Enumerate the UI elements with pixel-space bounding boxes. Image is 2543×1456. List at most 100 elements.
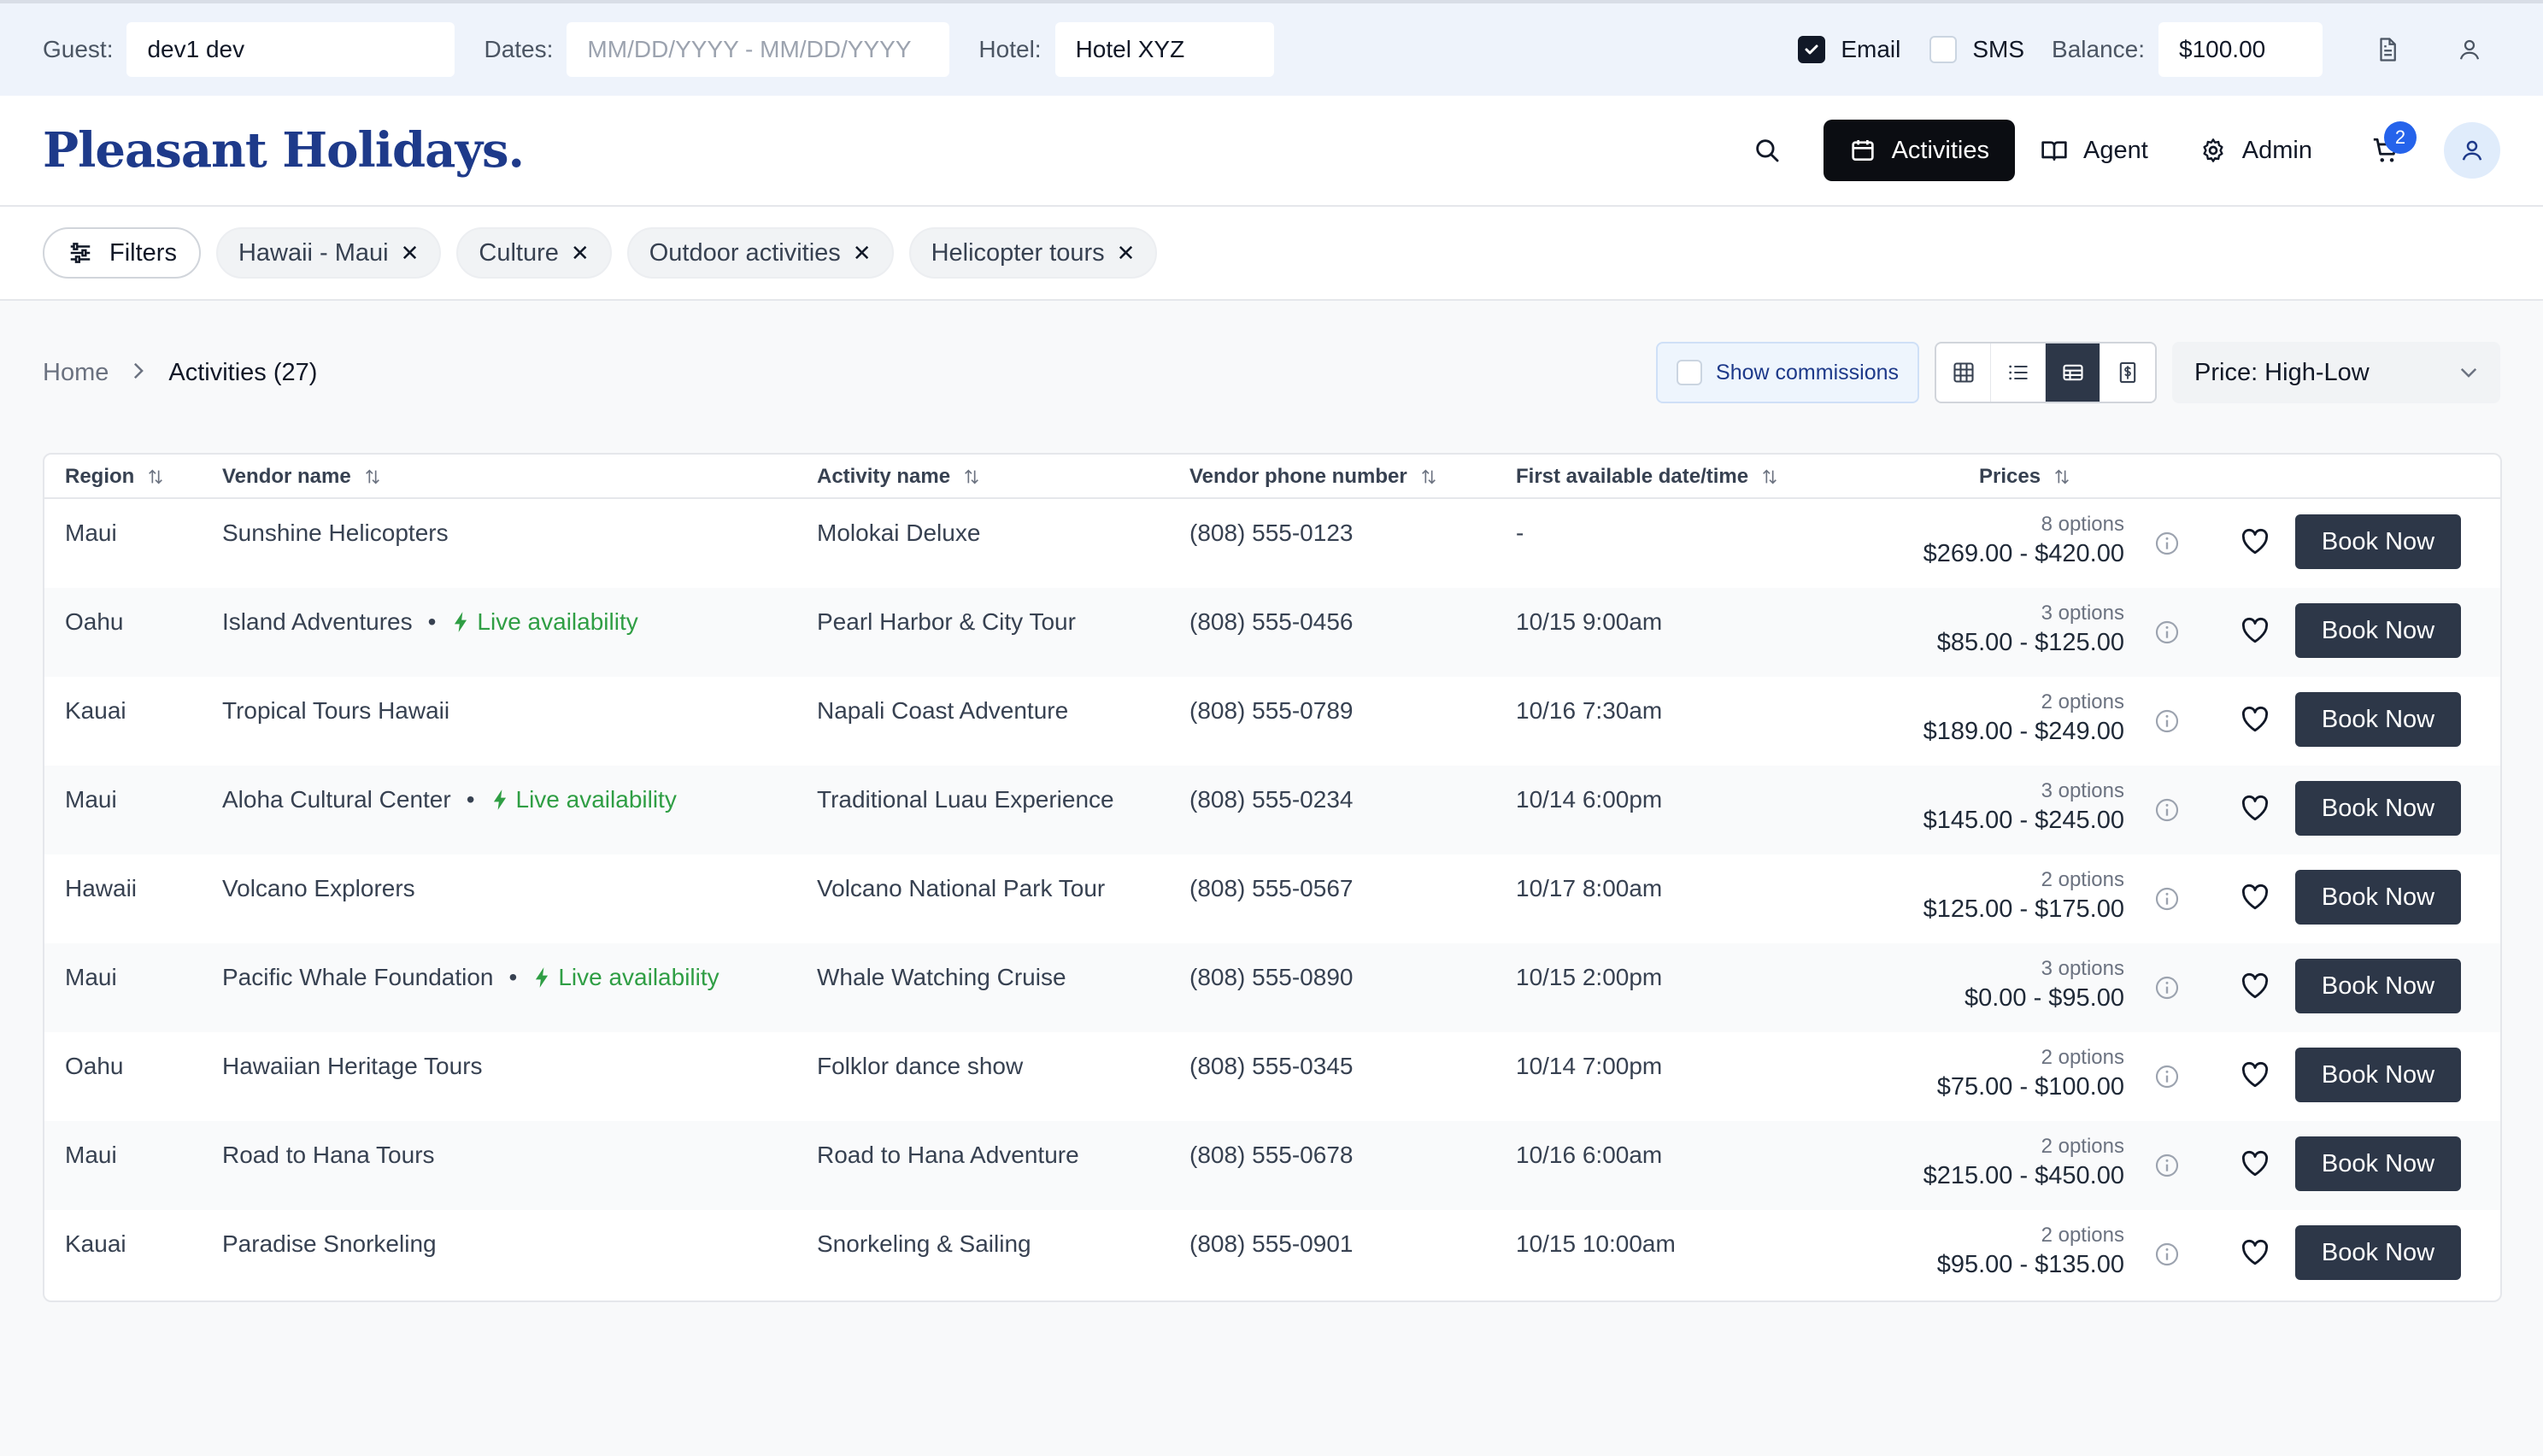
vendor-name[interactable]: Island Adventures	[222, 608, 413, 636]
email-checkbox[interactable]	[1798, 36, 1826, 63]
vendor-name[interactable]: Aloha Cultural Center	[222, 786, 451, 813]
book-now-button[interactable]: Book Now	[2295, 1048, 2461, 1102]
info-icon[interactable]	[2153, 707, 2181, 741]
heart-icon[interactable]	[2241, 884, 2270, 917]
vendor-cell[interactable]: Sunshine Helicopters • Live availability	[222, 518, 449, 549]
column-header-region[interactable]: Region	[65, 455, 165, 499]
view-list-button[interactable]	[1991, 343, 2046, 402]
activity-cell[interactable]: Whale Watching Cruise	[817, 962, 1066, 993]
info-icon[interactable]	[2153, 1241, 2181, 1274]
activity-cell[interactable]: Traditional Luau Experience	[817, 784, 1114, 815]
vendor-cell[interactable]: Island Adventures • Live availability	[222, 607, 638, 637]
vendor-name[interactable]: Pacific Whale Foundation	[222, 964, 494, 991]
vendor-cell[interactable]: Hawaiian Heritage Tours • Live availabil…	[222, 1051, 483, 1082]
vendor-cell[interactable]: Paradise Snorkeling • Live availability	[222, 1229, 437, 1259]
hotel-field[interactable]: Hotel XYZ	[1054, 22, 1274, 77]
guest-field[interactable]: dev1 dev	[126, 22, 455, 77]
column-header-first-available[interactable]: First available date/time	[1516, 455, 1779, 499]
heart-icon[interactable]	[2241, 1150, 2270, 1183]
remove-chip-icon[interactable]: ✕	[1117, 240, 1136, 267]
heart-icon[interactable]	[2241, 1061, 2270, 1095]
vendor-name[interactable]: Hawaiian Heritage Tours	[222, 1053, 483, 1080]
vendor-cell[interactable]: Volcano Explorers • Live availability	[222, 873, 415, 904]
region-cell: Hawaii	[65, 875, 138, 901]
first-available-cell: 10/14 6:00pm	[1516, 786, 1663, 813]
activity-cell[interactable]: Pearl Harbor & City Tour	[817, 607, 1076, 637]
lightning-icon	[455, 612, 467, 632]
user-icon-button[interactable]	[2439, 19, 2500, 80]
heart-icon[interactable]	[2241, 706, 2270, 739]
info-icon[interactable]	[2153, 796, 2181, 830]
column-header-label: First available date/time	[1516, 465, 1749, 488]
vendor-name[interactable]: Road to Hana Tours	[222, 1142, 435, 1169]
book-now-button[interactable]: Book Now	[2295, 781, 2461, 836]
search-button[interactable]	[1736, 120, 1798, 181]
logo[interactable]: Pleasant Holidays.	[43, 122, 525, 179]
filters-button[interactable]: Filters	[43, 227, 201, 279]
book-now-button[interactable]: Book Now	[2295, 1136, 2461, 1191]
book-now-button[interactable]: Book Now	[2295, 959, 2461, 1013]
heart-icon[interactable]	[2241, 795, 2270, 828]
info-icon[interactable]	[2153, 974, 2181, 1007]
filter-chip-culture[interactable]: Culture ✕	[456, 227, 612, 279]
view-pricing-button[interactable]	[2100, 343, 2155, 402]
document-icon-button[interactable]	[2357, 19, 2418, 80]
vendor-name[interactable]: Tropical Tours Hawaii	[222, 697, 449, 725]
column-header-activity[interactable]: Activity name	[817, 455, 981, 499]
vendor-name[interactable]: Volcano Explorers	[222, 875, 415, 902]
view-table-button[interactable]	[2046, 343, 2100, 402]
show-commissions-toggle[interactable]: Show commissions	[1656, 342, 1919, 403]
info-icon[interactable]	[2153, 1063, 2181, 1096]
vendor-cell[interactable]: Aloha Cultural Center • Live availabilit…	[222, 784, 677, 815]
vendor-name[interactable]: Sunshine Helicopters	[222, 520, 449, 547]
filter-chip-region[interactable]: Hawaii - Maui ✕	[215, 227, 442, 279]
show-commissions-checkbox[interactable]	[1677, 360, 1703, 385]
activity-cell[interactable]: Snorkeling & Sailing	[817, 1229, 1031, 1259]
remove-chip-icon[interactable]: ✕	[853, 240, 872, 267]
view-grid-button[interactable]	[1936, 343, 1991, 402]
heart-icon[interactable]	[2241, 528, 2270, 561]
book-now-button[interactable]: Book Now	[2295, 603, 2461, 658]
first-available-cell: 10/15 2:00pm	[1516, 964, 1663, 990]
book-now-button[interactable]: Book Now	[2295, 692, 2461, 747]
cart-button[interactable]: 2	[2355, 120, 2417, 181]
vendor-cell[interactable]: Tropical Tours Hawaii • Live availabilit…	[222, 696, 449, 726]
heart-icon[interactable]	[2241, 617, 2270, 650]
book-now-button[interactable]: Book Now	[2295, 870, 2461, 925]
heart-icon[interactable]	[2241, 1239, 2270, 1272]
activity-cell[interactable]: Napali Coast Adventure	[817, 696, 1068, 726]
book-now-button[interactable]: Book Now	[2295, 1225, 2461, 1280]
vendor-cell[interactable]: Pacific Whale Foundation • Live availabi…	[222, 962, 719, 993]
column-header-phone[interactable]: Vendor phone number	[1189, 455, 1438, 499]
filter-chip-outdoor[interactable]: Outdoor activities ✕	[626, 227, 894, 279]
filter-chip-helicopter[interactable]: Helicopter tours ✕	[908, 227, 1158, 279]
lightning-icon	[493, 790, 506, 810]
book-now-button[interactable]: Book Now	[2295, 514, 2461, 569]
info-icon[interactable]	[2153, 619, 2181, 652]
vendor-name[interactable]: Paradise Snorkeling	[222, 1230, 437, 1258]
info-icon[interactable]	[2153, 530, 2181, 563]
heart-icon[interactable]	[2241, 972, 2270, 1006]
nav-admin[interactable]: Admin	[2174, 120, 2338, 181]
nav-agent[interactable]: Agent	[2015, 120, 2174, 181]
nav-activities-label: Activities	[1891, 136, 1989, 164]
activity-cell[interactable]: Volcano National Park Tour	[817, 873, 1105, 904]
info-icon[interactable]	[2153, 1152, 2181, 1185]
nav-activities[interactable]: Activities	[1823, 120, 2015, 181]
info-icon[interactable]	[2153, 885, 2181, 919]
breadcrumb-home[interactable]: Home	[43, 359, 109, 387]
activity-cell[interactable]: Folklor dance show	[817, 1051, 1023, 1082]
remove-chip-icon[interactable]: ✕	[401, 240, 420, 267]
vendor-cell[interactable]: Road to Hana Tours • Live availability	[222, 1140, 435, 1171]
dates-field[interactable]: MM/DD/YYYY - MM/DD/YYYY	[567, 22, 950, 77]
sms-checkbox[interactable]	[1929, 36, 1958, 63]
avatar[interactable]	[2444, 122, 2500, 179]
activity-cell[interactable]: Molokai Deluxe	[817, 518, 980, 549]
sort-select[interactable]: Price: High-Low	[2172, 342, 2500, 403]
column-header-vendor[interactable]: Vendor name	[222, 455, 382, 499]
remove-chip-icon[interactable]: ✕	[571, 240, 590, 267]
activity-cell[interactable]: Road to Hana Adventure	[817, 1140, 1079, 1171]
nav-agent-label: Agent	[2083, 136, 2148, 164]
column-header-prices[interactable]: Prices	[1979, 455, 2071, 499]
separator-dot: •	[427, 608, 437, 635]
